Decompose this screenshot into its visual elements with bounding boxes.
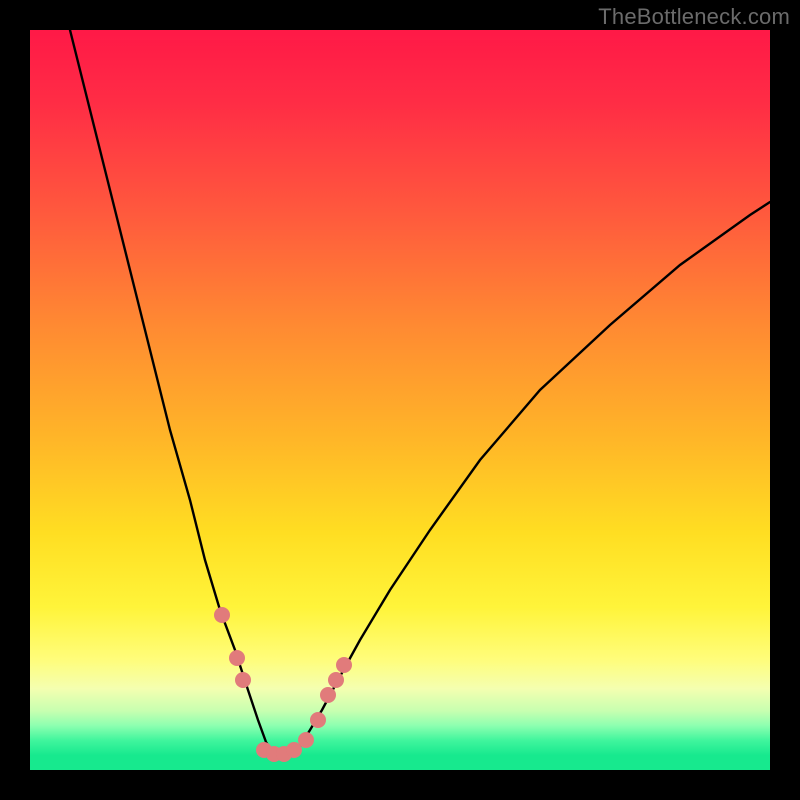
highlight-dot <box>336 657 352 673</box>
highlight-dots <box>214 607 352 762</box>
chart-svg <box>30 30 770 770</box>
highlight-dot <box>320 687 336 703</box>
highlight-dot <box>214 607 230 623</box>
highlight-dot <box>298 732 314 748</box>
bottleneck-curve <box>70 30 770 754</box>
highlight-dot <box>235 672 251 688</box>
highlight-dot <box>328 672 344 688</box>
highlight-dot <box>310 712 326 728</box>
plot-area <box>30 30 770 770</box>
watermark-text: TheBottleneck.com <box>598 4 790 30</box>
highlight-dot <box>229 650 245 666</box>
chart-frame: TheBottleneck.com <box>0 0 800 800</box>
